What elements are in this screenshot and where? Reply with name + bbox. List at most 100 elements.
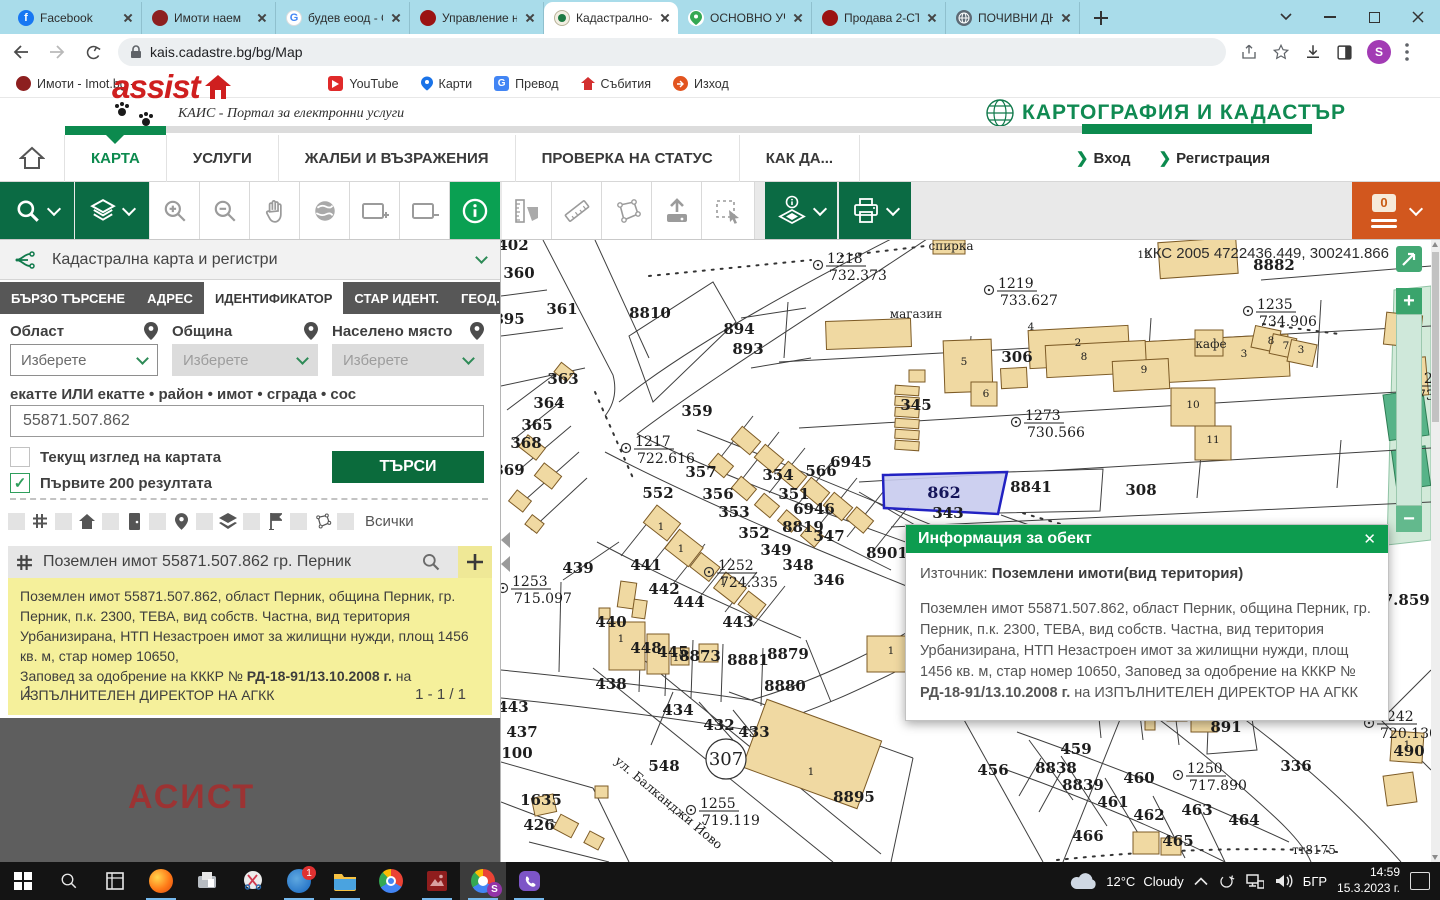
bookmark-translate[interactable]: G Превод — [494, 76, 558, 91]
page-scrollbar[interactable] — [1431, 240, 1440, 862]
select-features-button[interactable] — [702, 182, 755, 239]
result-zoom-to-button[interactable] — [414, 546, 448, 578]
world-extent-button[interactable] — [300, 182, 350, 239]
map-building[interactable] — [1133, 832, 1159, 854]
tab-search-chevron-icon[interactable] — [1264, 0, 1308, 34]
taskbar-clock[interactable]: 14:59 15.3.2023 г. — [1337, 865, 1400, 896]
url-bar[interactable]: kais.cadastre.bg/bg/Map — [118, 38, 1226, 66]
layer-info-tool-button[interactable] — [765, 182, 837, 239]
result-add-button[interactable] — [458, 546, 492, 578]
map-building[interactable] — [755, 493, 780, 517]
tab-close-icon[interactable] — [925, 11, 939, 25]
map-building[interactable] — [1000, 367, 1027, 388]
map-building[interactable] — [509, 490, 532, 512]
tab-imoti-naem[interactable]: Имоти наем — [142, 2, 276, 34]
print-tool-button[interactable] — [839, 182, 911, 239]
result-item-header[interactable]: Поземлен имот 55871.507.862 гр. Перник — [8, 546, 492, 578]
back-icon[interactable] — [6, 37, 36, 67]
tab-facebook[interactable]: f Facebook — [8, 2, 142, 34]
zoom-box-out-button[interactable] — [400, 182, 450, 239]
map-zoom-in-button[interactable]: + — [1396, 288, 1422, 314]
tab-prodava[interactable]: Продава 2-СТА — [812, 2, 946, 34]
bookmark-star-icon[interactable] — [1272, 43, 1290, 61]
tab-close-icon[interactable] — [1059, 11, 1073, 25]
window-close-button[interactable] — [1396, 0, 1440, 34]
map-building[interactable] — [595, 786, 608, 798]
filter-checkbox[interactable] — [55, 513, 72, 530]
nav-uslugi[interactable]: УСЛУГИ — [166, 135, 278, 182]
tab-adres[interactable]: АДРЕС — [136, 282, 204, 314]
filter-checkbox[interactable] — [290, 513, 307, 530]
tab-close-icon[interactable] — [523, 11, 537, 25]
window-restore-button[interactable] — [1352, 0, 1396, 34]
upload-button[interactable] — [652, 182, 702, 239]
map-building[interactable] — [553, 814, 578, 838]
bookmark-events[interactable]: Събития — [581, 77, 651, 91]
tab-barzo-tarsene[interactable]: БЪРЗО ТЪРСЕНЕ — [0, 282, 136, 314]
taskbar-file-explorer[interactable] — [322, 862, 368, 900]
obshtina-select-disabled[interactable]: Изберете — [172, 344, 318, 376]
ekatte-input[interactable]: 55871.507.862 — [10, 405, 484, 437]
filter-checkbox[interactable] — [102, 513, 119, 530]
map-building[interactable] — [1383, 772, 1417, 806]
zoom-out-tool-button[interactable] — [200, 182, 250, 239]
map-building[interactable] — [895, 385, 920, 396]
measure-distance-button[interactable] — [552, 182, 602, 239]
scrollbar-thumb[interactable] — [1432, 252, 1439, 422]
popup-header[interactable]: Информация за обект ✕ — [906, 525, 1388, 553]
search-tool-button[interactable] — [0, 182, 74, 239]
tab-budev[interactable]: G будев еоод - G — [276, 2, 410, 34]
close-icon[interactable]: ✕ — [1363, 530, 1376, 548]
map-building[interactable] — [1145, 720, 1155, 730]
tab-osnovno[interactable]: ОСНОВНО УЧ — [678, 2, 812, 34]
filter-checkbox[interactable] — [196, 513, 213, 530]
pan-tool-button[interactable] — [250, 182, 300, 239]
map-canvas[interactable]: 3074023603618958810894893магазинспиркака… — [501, 240, 1431, 862]
map-zoom-out-button[interactable]: − — [1396, 506, 1422, 532]
tab-pochivni[interactable]: ПОЧИВНИ ДН — [946, 2, 1080, 34]
tab-close-icon[interactable] — [658, 11, 672, 25]
measure-area-button[interactable] — [502, 182, 552, 239]
current-view-checkbox-row[interactable]: Текущ изглед на картата — [10, 447, 221, 467]
scroll-up-arrow[interactable] — [1432, 242, 1438, 247]
update-icon[interactable] — [1218, 873, 1235, 890]
tray-chevron-up-icon[interactable] — [1194, 877, 1208, 886]
nav-zhalbi[interactable]: ЖАЛБИ И ВЪЗРАЖЕНИЯ — [278, 135, 515, 182]
zoom-in-tool-button[interactable] — [150, 182, 200, 239]
tab-star-ident[interactable]: СТАР ИДЕНТ. — [343, 282, 450, 314]
taskbar-viber[interactable] — [506, 862, 552, 900]
map-building[interactable] — [534, 463, 561, 489]
checkbox-checked[interactable]: ✓ — [10, 473, 30, 493]
taskbar-thunderbird[interactable]: 1 — [276, 862, 322, 900]
volume-icon[interactable] — [1274, 873, 1293, 889]
taskbar-scanner-app[interactable] — [184, 862, 230, 900]
keyboard-language[interactable]: БГР — [1303, 874, 1327, 889]
tab-close-icon[interactable] — [791, 11, 805, 25]
sidebar-collapse-handle[interactable] — [501, 556, 510, 572]
taskbar-chrome[interactable] — [368, 862, 414, 900]
filter-checkbox[interactable] — [243, 513, 260, 530]
taskbar-search-button[interactable] — [46, 862, 92, 900]
filter-checkbox[interactable] — [337, 513, 354, 530]
naseleno-select-disabled[interactable]: Изберете — [332, 344, 484, 376]
oblast-select[interactable]: Изберете — [10, 344, 158, 376]
map-building[interactable] — [731, 426, 760, 454]
scroll-down-arrow[interactable] — [1432, 855, 1438, 860]
task-view-button[interactable] — [92, 862, 138, 900]
map-building[interactable] — [584, 831, 604, 850]
bookmark-youtube[interactable]: YouTube — [328, 76, 398, 91]
taskbar-firefox[interactable] — [138, 862, 184, 900]
weather-widget[interactable]: 12°CCloudy — [1070, 872, 1184, 890]
tab-close-icon[interactable] — [389, 11, 403, 25]
register-link[interactable]: ❯Регистрация — [1159, 149, 1270, 167]
share-icon[interactable] — [1240, 43, 1258, 61]
nav-karta[interactable]: КАРТА — [64, 135, 166, 182]
tab-identifikator-active[interactable]: ИДЕНТИФИКАТОР — [204, 282, 343, 314]
taskbar-snipping-tool[interactable] — [230, 862, 276, 900]
reload-icon[interactable] — [78, 37, 108, 67]
network-icon[interactable] — [1245, 873, 1264, 889]
bookmark-exit[interactable]: Изход — [673, 76, 729, 91]
taskbar-photos-app[interactable] — [414, 862, 460, 900]
bookmark-maps[interactable]: Карти — [421, 76, 473, 91]
filter-checkbox[interactable] — [8, 513, 25, 530]
